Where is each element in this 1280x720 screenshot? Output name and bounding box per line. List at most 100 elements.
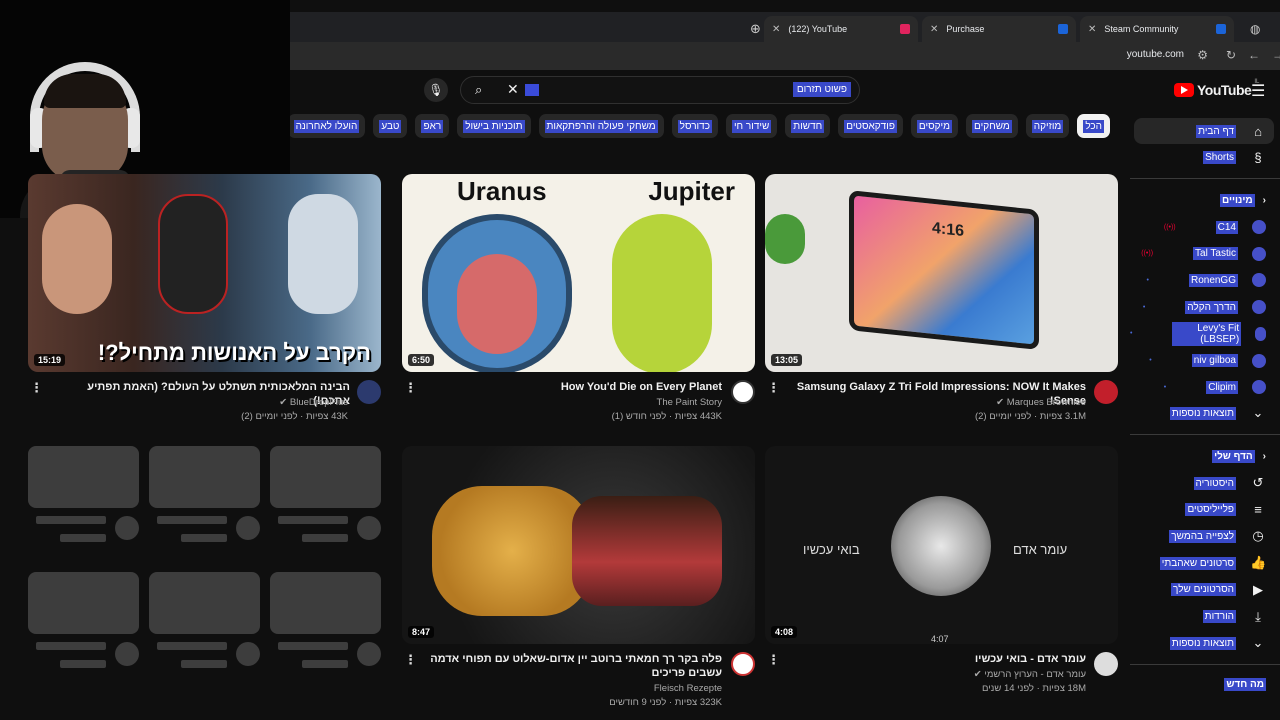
video-thumbnail[interactable]: Uranus Jupiter 6:50: [402, 174, 755, 372]
subscription-item[interactable]: C14 ((•)): [1164, 216, 1266, 238]
close-icon[interactable]: ✕: [930, 24, 938, 35]
video-thumbnail[interactable]: הקרב על האנושות מתחיל?! 15:19: [28, 174, 381, 372]
sidebar-item-home[interactable]: ⌂ דף הבית: [1134, 118, 1274, 144]
reload-icon[interactable]: ↻: [1226, 48, 1236, 62]
sidebar-item-history[interactable]: ↺ היסטוריה: [1193, 472, 1267, 494]
subscription-item[interactable]: Tal Tastic ((•)): [1141, 243, 1266, 265]
watch-later-icon: ◷: [1252, 528, 1264, 544]
youtube-logo[interactable]: YouTube IL: [1174, 79, 1259, 98]
plus-icon: ⊕: [750, 21, 761, 36]
sidebar-item-downloads[interactable]: ⤓ הורדות: [1202, 606, 1266, 628]
show-more-label: תוצאות נוספות: [1169, 406, 1236, 420]
more-actions-icon[interactable]: ⋮: [404, 380, 417, 396]
menu-icon[interactable]: ☰: [1251, 81, 1265, 101]
address-bar[interactable]: youtube.com ⚙ ↻ ← →: [290, 42, 1280, 70]
more-actions-icon[interactable]: ⋮: [767, 652, 780, 668]
channel-avatar[interactable]: [731, 652, 755, 676]
chip-9[interactable]: תוכניות בישול: [457, 114, 531, 138]
thumbnail-caption-left: Uranus: [457, 176, 547, 206]
thumbnail-face-red: [457, 254, 537, 354]
search-query[interactable]: פשוט תזרום: [792, 82, 851, 97]
placeholder-avatar: [236, 642, 260, 666]
clear-search-icon[interactable]: ✕: [507, 81, 519, 98]
channel-name[interactable]: Fleisch Rezepte: [420, 681, 722, 696]
tab-steam-community[interactable]: ✕ Steam Community: [1080, 16, 1234, 42]
subscription-item[interactable]: Levy's Fit (LBSEP) •: [1130, 321, 1266, 346]
search-input[interactable]: ⌕ ✕ פשוט תזרום: [460, 76, 860, 104]
chip-2[interactable]: משחקים: [966, 114, 1018, 138]
chip-label: מיקסים: [916, 119, 953, 133]
tab-youtube[interactable]: ✕ (122) YouTube: [764, 16, 918, 42]
back-icon[interactable]: ←: [1248, 48, 1260, 62]
youtube-play-icon: [1174, 83, 1194, 97]
video-thumbnail[interactable]: 8:47: [402, 446, 755, 644]
placeholder-thumb: [28, 446, 139, 508]
more-actions-icon[interactable]: ⋮: [30, 380, 43, 396]
chevron-right-icon: ›: [1262, 451, 1266, 462]
placeholder-avatar: [357, 642, 381, 666]
subscription-item[interactable]: Clipim •: [1164, 376, 1266, 398]
site-settings-icon[interactable]: ⚙: [1197, 48, 1208, 62]
close-icon[interactable]: ✕: [1088, 24, 1096, 35]
placeholder-thumb: [149, 446, 260, 508]
subscription-item[interactable]: הדרך הקלה •: [1143, 296, 1266, 318]
chip-11[interactable]: טבע: [373, 114, 408, 138]
chip-3[interactable]: מיקסים: [910, 114, 959, 138]
close-icon[interactable]: ✕: [772, 24, 780, 35]
placeholder-avatar: [236, 516, 260, 540]
chip-12[interactable]: הועלו לאחרונה: [290, 114, 366, 138]
subscription-item[interactable]: niv gilboa •: [1149, 350, 1266, 372]
more-actions-icon[interactable]: ⋮: [767, 380, 780, 396]
text-selection: [525, 84, 539, 96]
channel-name[interactable]: BlueDropPlus ✔: [50, 395, 348, 410]
channel-avatar[interactable]: [731, 380, 755, 404]
tab-purchase[interactable]: ✕ Purchase: [922, 16, 1076, 42]
channel-name[interactable]: The Paint Story: [420, 395, 722, 410]
url-text[interactable]: youtube.com: [1127, 49, 1184, 60]
forward-icon[interactable]: →: [1272, 48, 1280, 62]
globe-icon[interactable]: ◍: [1242, 16, 1272, 42]
chip-8[interactable]: משחקי פעולה והרפתקאות: [538, 114, 664, 138]
channel-name[interactable]: Marques Brownlee ✔: [784, 395, 1086, 410]
chip-10[interactable]: ראפ: [415, 114, 450, 138]
sidebar-item-shorts[interactable]: § Shorts: [1203, 146, 1266, 168]
chip-1[interactable]: מוזיקה: [1025, 114, 1070, 138]
subscription-label: Tal Tastic: [1193, 247, 1238, 261]
explore-header: מה חדש: [1224, 678, 1266, 691]
sidebar-item-liked[interactable]: 👍 סרטונים שאהבתי: [1159, 552, 1266, 574]
chip-label: תוכניות בישול: [463, 119, 525, 133]
video-thumbnail[interactable]: 4:16 13:05: [765, 174, 1118, 372]
video-title[interactable]: פלה בקר רך חמאתי ברוטב יין אדום-שאלוט עם…: [420, 652, 722, 680]
sidebar-item-your-videos[interactable]: ▶ הסרטונים שלך: [1171, 579, 1266, 601]
channel-name[interactable]: עומר אדם - הערוץ הרשמי ✔: [784, 667, 1086, 682]
show-more-subscriptions[interactable]: ⌄ תוצאות נוספות: [1169, 402, 1266, 424]
chip-6[interactable]: שידור חי: [725, 114, 778, 138]
chip-5[interactable]: חדשות: [785, 114, 831, 138]
sidebar-item-playlists[interactable]: ≡ פלייליסטים: [1185, 499, 1266, 521]
chip-0[interactable]: הכל: [1077, 114, 1110, 138]
voice-search-button[interactable]: 🎙: [424, 78, 448, 102]
sidebar-item-watch-later[interactable]: ◷ לצפייה בהמשך: [1169, 525, 1266, 547]
thumbnail-robot-white: [288, 194, 358, 314]
more-actions-icon[interactable]: ⋮: [404, 652, 417, 668]
you-header[interactable]: הדף שלי ›: [1212, 450, 1266, 463]
video-title[interactable]: עומר אדם - בואי עכשיו: [784, 652, 1086, 666]
thumbnail-caption-bottom: 4:07: [931, 634, 949, 644]
search-icon[interactable]: ⌕: [475, 82, 482, 98]
subscriptions-header[interactable]: מינויים ›: [1220, 194, 1266, 207]
thumbnail-plant: [765, 214, 805, 264]
channel-avatar[interactable]: [357, 380, 381, 404]
channel-avatar[interactable]: [1094, 380, 1118, 404]
thumbnail-phone: 4:16: [849, 190, 1039, 350]
channel-avatar[interactable]: [1094, 652, 1118, 676]
chip-label: פודקאסטים: [844, 119, 897, 133]
placeholder-avatar: [115, 642, 139, 666]
chip-7[interactable]: כדורסל: [671, 114, 718, 138]
video-title[interactable]: How You'd Die on Every Planet: [420, 380, 722, 394]
duration-badge: 8:47: [408, 626, 435, 638]
verified-icon: ✔: [279, 397, 290, 408]
chip-4[interactable]: פודקאסטים: [838, 114, 903, 138]
video-thumbnail[interactable]: בואי עכשיו עומר אדם 4:07 4:08: [765, 446, 1118, 644]
show-more-you[interactable]: ⌄ תוצאות נוספות: [1169, 632, 1266, 654]
subscription-item[interactable]: RonenGG •: [1147, 269, 1266, 291]
